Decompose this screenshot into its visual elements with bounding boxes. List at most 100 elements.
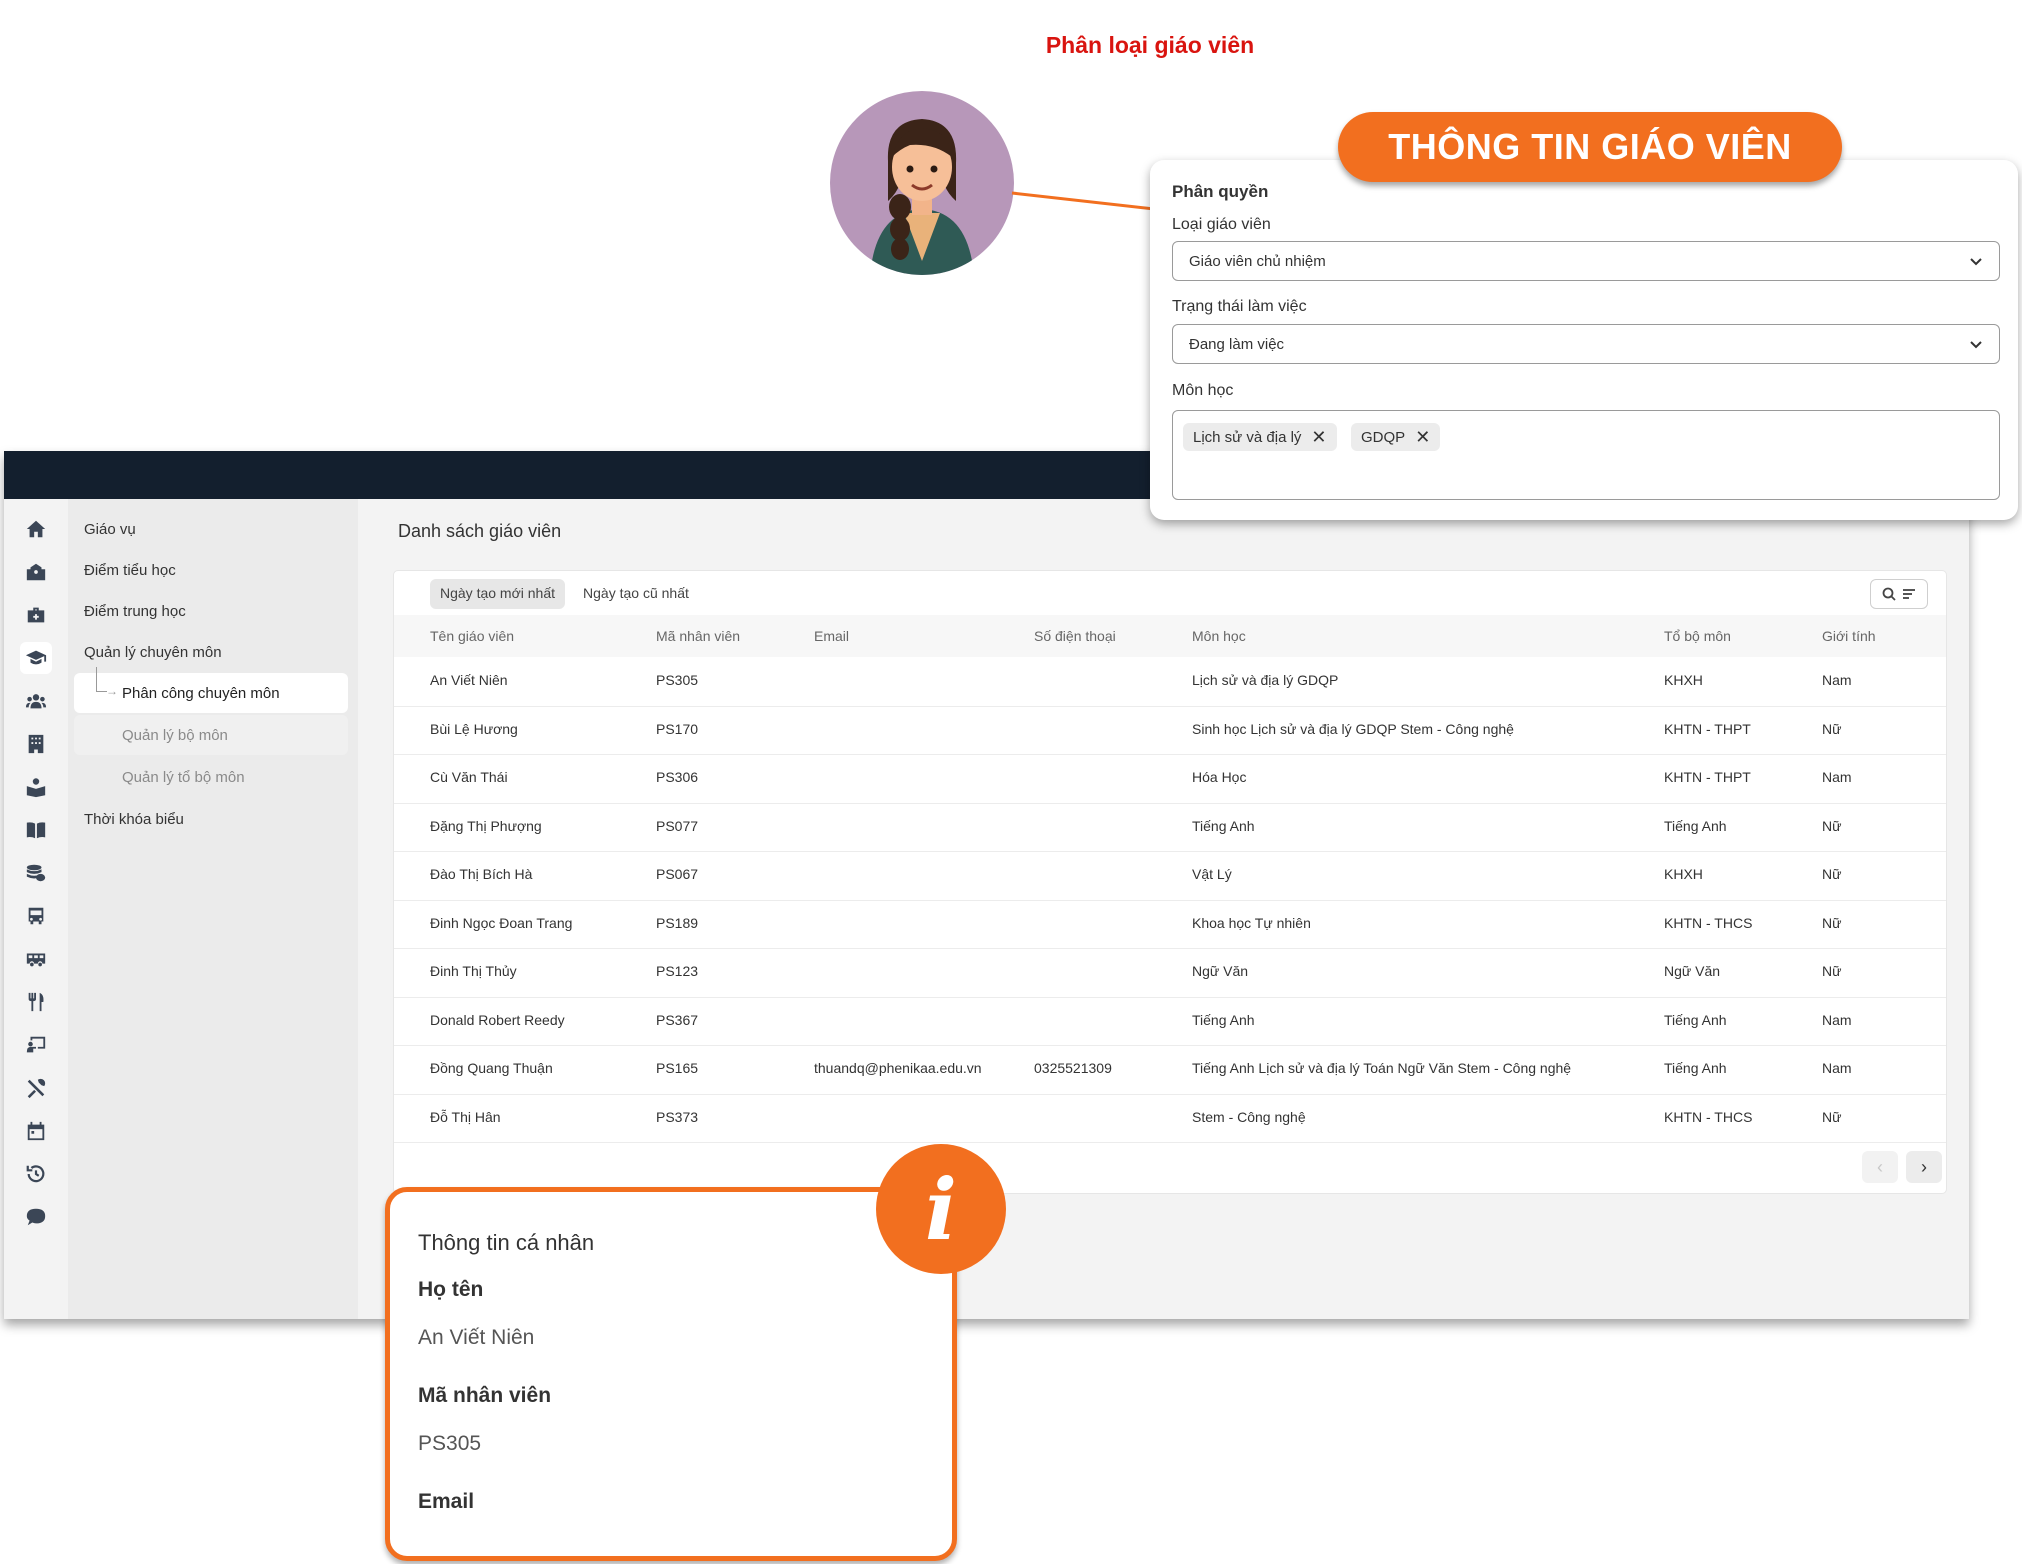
teacher-table-card: Ngày tạo mới nhất Ngày tạo cũ nhất Tên g… (394, 571, 1946, 1193)
table-cell: Đinh Ngọc Đoan Trang (430, 914, 573, 931)
table-cell: Nữ (1822, 720, 1842, 737)
coins-icon[interactable] (20, 857, 52, 889)
close-icon[interactable]: ✕ (1311, 428, 1326, 446)
table-cell: Tiếng Anh (1192, 817, 1255, 834)
table-cell: thuandq@phenikaa.edu.vn (814, 1060, 982, 1076)
table-cell: PS123 (656, 963, 699, 979)
teacher-type-value: Giáo viên chủ nhiệm (1189, 252, 1326, 270)
personal-info-title: Thông tin cá nhân (418, 1230, 595, 1255)
history-icon[interactable] (20, 1158, 52, 1190)
next-page-button[interactable]: › (1906, 1151, 1942, 1183)
reader-icon[interactable] (20, 771, 52, 803)
teacher-type-label: Loại giáo viên (1172, 216, 1271, 233)
sidebar-item-thoi-khoa-bieu[interactable]: Thời khóa biểu (84, 811, 184, 828)
tools-icon[interactable] (20, 1072, 52, 1104)
school-icon[interactable] (20, 556, 52, 588)
utensils-icon[interactable] (20, 986, 52, 1018)
table-cell: PS067 (656, 866, 699, 882)
table-header-cell[interactable]: Email (814, 628, 849, 644)
employee-code-label: Mã nhân viên (418, 1384, 552, 1407)
search-icon (1882, 587, 1896, 601)
table-header-cell[interactable]: Tên giáo viên (430, 628, 514, 644)
sidebar-subitem-phan-cong[interactable]: → Phân công chuyên môn (74, 667, 348, 713)
table-header-cell[interactable]: Giới tính (1822, 628, 1876, 644)
work-status-select[interactable]: Đang làm việc (1172, 324, 2000, 364)
sort-tab-oldest[interactable]: Ngày tạo cũ nhất (573, 579, 699, 609)
hero-title: Phân loại giáo viên (1045, 32, 1255, 58)
table-cell: Cù Văn Thái (430, 769, 508, 785)
van-icon[interactable] (20, 943, 52, 975)
table-cell: PS077 (656, 817, 699, 834)
sidebar-subitem-label: Phân công chuyên môn (122, 684, 280, 702)
home-icon[interactable] (20, 513, 52, 545)
teacher-type-select[interactable]: Giáo viên chủ nhiệm (1172, 241, 2000, 281)
sidebar: Giáo vụ Điểm tiểu học Điểm trung học Quả… (68, 499, 358, 1319)
tree-arrow-icon: → (106, 684, 118, 698)
table-cell: KHXH (1664, 672, 1703, 688)
table-cell: PS306 (656, 769, 699, 785)
table-cell: Nam (1822, 1011, 1852, 1028)
bus-icon[interactable] (20, 900, 52, 932)
table-cell: Ngữ Văn (1664, 963, 1721, 979)
graduation-cap-icon[interactable] (20, 642, 52, 674)
sidebar-item-diem-trung-hoc[interactable]: Điểm trung học (84, 603, 186, 620)
sidebar-subitem-quan-ly-bo-mon[interactable]: Quản lý bộ môn (74, 715, 348, 755)
table-cell: Tiếng Anh (1664, 1060, 1727, 1076)
sidebar-subitem-label: Quản lý tổ bộ môn (122, 768, 245, 786)
row-divider (394, 1093, 1946, 1095)
icon-rail (4, 499, 68, 1319)
table-cell: Nữ (1822, 963, 1842, 979)
full-name-value: An Viết Niên (418, 1326, 535, 1349)
search-filter-button[interactable] (1870, 579, 1928, 609)
table-cell: Hóa Học (1192, 769, 1247, 785)
teacher-info-panel: Phân quyền Loại giáo viên Giáo viên chủ … (1150, 160, 2018, 520)
table-cell: PS165 (656, 1060, 699, 1076)
subject-multiselect[interactable]: Lịch sử và địa lý ✕ GDQP ✕ (1172, 410, 2000, 500)
table-cell: Đỗ Thị Hân (430, 1108, 501, 1125)
table-header-cell[interactable]: Mã nhân viên (656, 628, 740, 644)
calendar-icon[interactable] (20, 1115, 52, 1147)
full-name-label: Họ tên (418, 1278, 484, 1301)
table-cell: Nữ (1822, 1108, 1842, 1125)
sort-tab-newest[interactable]: Ngày tạo mới nhất (430, 579, 566, 609)
table-cell: PS189 (656, 914, 699, 931)
table-cell: Vật Lý (1192, 866, 1232, 882)
chalkboard-icon[interactable] (20, 1029, 52, 1061)
table-cell: Đinh Thị Thủy (430, 963, 517, 979)
subject-tag-label: GDQP (1361, 428, 1406, 446)
sidebar-item-quan-ly-chuyen-mon[interactable]: Quản lý chuyên môn (84, 644, 222, 661)
subject-label: Môn học (1172, 382, 1234, 399)
prev-page-button[interactable]: ‹ (1862, 1151, 1898, 1183)
sidebar-subitem-quan-ly-to-bo-mon[interactable]: Quản lý tổ bộ môn (74, 757, 348, 797)
table-cell: Khoa học Tự nhiên (1192, 914, 1311, 931)
building-icon[interactable] (20, 728, 52, 760)
row-divider (394, 705, 1946, 707)
table-cell: An Viết Niên (430, 672, 508, 688)
users-icon[interactable] (20, 685, 52, 717)
table-cell: Sinh học Lịch sử và địa lý GDQP Stem - C… (1192, 720, 1514, 737)
book-icon[interactable] (20, 814, 52, 846)
table-cell: Lịch sử và địa lý GDQP (1192, 672, 1339, 688)
filter-lines-icon (1903, 589, 1915, 599)
sidebar-item-giao-vu[interactable]: Giáo vụ (84, 521, 136, 538)
row-divider (394, 996, 1946, 998)
row-divider (394, 1142, 1946, 1143)
table-cell: Bùi Lệ Hương (430, 720, 518, 737)
table-cell: Nam (1822, 672, 1852, 688)
teacher-avatar (830, 91, 1014, 275)
table-header-cell[interactable]: Môn học (1192, 628, 1246, 644)
chat-icon[interactable] (20, 1201, 52, 1233)
table-header-cell[interactable]: Số điện thoại (1034, 628, 1116, 644)
briefcase-icon[interactable] (20, 599, 52, 631)
table-header-cell[interactable]: Tổ bộ môn (1664, 628, 1731, 644)
row-divider (394, 754, 1946, 755)
personal-info-card: Thông tin cá nhân Họ tên An Viết Niên Mã… (385, 1187, 957, 1561)
pagination: ‹ › (1862, 1151, 1942, 1183)
table-cell: Đặng Thị Phượng (430, 817, 542, 834)
table-cell: Ngữ Văn (1192, 963, 1249, 979)
close-icon[interactable]: ✕ (1415, 428, 1430, 446)
chevron-down-icon (1967, 252, 1985, 270)
info-icon: i (876, 1144, 1006, 1274)
sidebar-item-diem-tieu-hoc[interactable]: Điểm tiểu học (84, 562, 176, 579)
table-cell: PS373 (656, 1108, 699, 1125)
